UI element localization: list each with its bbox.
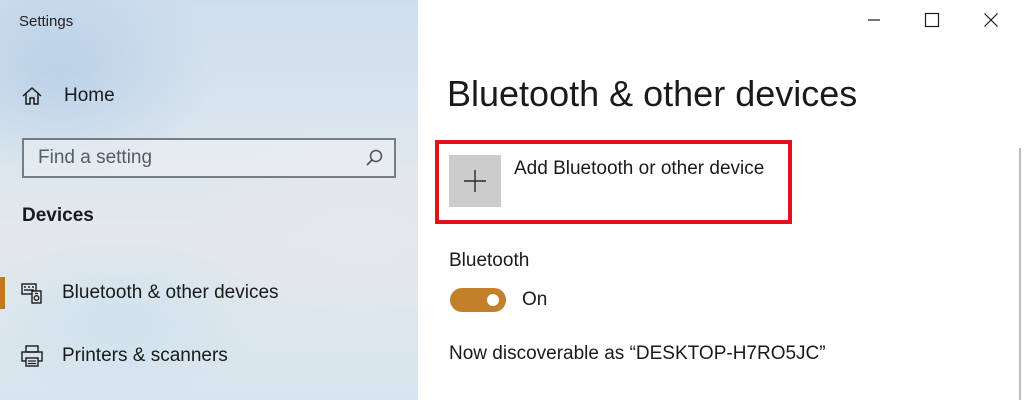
bluetooth-label: Bluetooth bbox=[449, 250, 530, 271]
sidebar-item-label: Bluetooth & other devices bbox=[62, 282, 279, 303]
discoverable-text: Now discoverable as “DESKTOP-H7RO5JC” bbox=[449, 343, 826, 364]
home-icon bbox=[20, 84, 44, 108]
page-title: Bluetooth & other devices bbox=[447, 73, 858, 114]
close-button[interactable] bbox=[968, 0, 1014, 44]
toggle-knob bbox=[487, 294, 499, 306]
selection-indicator bbox=[0, 277, 5, 309]
section-heading-devices: Devices bbox=[22, 205, 94, 226]
bluetooth-toggle[interactable] bbox=[450, 288, 506, 312]
search-icon[interactable] bbox=[360, 144, 388, 172]
printer-icon bbox=[20, 344, 44, 368]
settings-window: Settings Home Devices bbox=[0, 0, 1024, 400]
bluetooth-toggle-state: On bbox=[522, 289, 548, 310]
sidebar-item-label: Printers & scanners bbox=[62, 345, 228, 366]
search-box bbox=[22, 138, 396, 178]
add-device-label: Add Bluetooth or other device bbox=[514, 158, 765, 179]
maximize-button[interactable] bbox=[909, 0, 955, 44]
content-pane: Bluetooth & other devices Add Bluetooth … bbox=[418, 0, 1024, 400]
plus-icon bbox=[449, 155, 501, 207]
add-device-button[interactable]: Add Bluetooth or other device bbox=[449, 155, 764, 209]
maximize-icon bbox=[924, 12, 940, 33]
sidebar-item-printers[interactable]: Printers & scanners bbox=[0, 336, 418, 376]
sidebar: Settings Home Devices bbox=[0, 0, 418, 400]
sidebar-item-bluetooth[interactable]: Bluetooth & other devices bbox=[0, 273, 418, 313]
home-label: Home bbox=[64, 85, 115, 106]
scrollbar[interactable] bbox=[1019, 148, 1021, 400]
close-icon bbox=[983, 12, 999, 33]
minimize-button[interactable] bbox=[851, 0, 897, 44]
app-title: Settings bbox=[19, 13, 74, 30]
bluetooth-devices-icon bbox=[20, 281, 44, 305]
minimize-icon bbox=[867, 13, 881, 32]
search-input[interactable] bbox=[24, 140, 360, 176]
home-nav-item[interactable]: Home bbox=[20, 80, 115, 112]
